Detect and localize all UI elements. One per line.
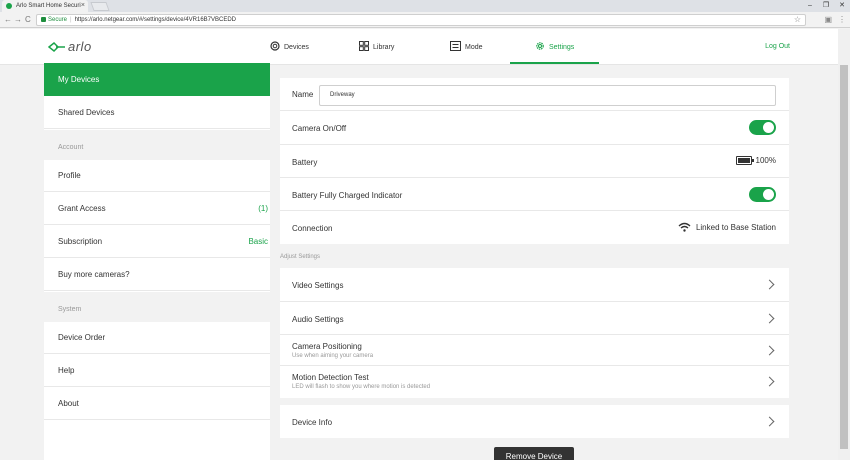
device-info-label: Device Info bbox=[292, 418, 333, 427]
browser-tab[interactable]: Arlo Smart Home Securi × bbox=[2, 0, 88, 12]
battery-status: 100% bbox=[735, 156, 776, 165]
browser-extension-icons: ▣ ⋮ bbox=[824, 14, 846, 26]
video-settings-row[interactable]: Video Settings bbox=[280, 268, 789, 302]
chevron-right-icon bbox=[764, 376, 775, 387]
active-nav-underline bbox=[510, 62, 599, 64]
lock-icon bbox=[41, 16, 46, 22]
motion-detection-test-row[interactable]: Motion Detection Test LED will flash to … bbox=[280, 366, 789, 398]
back-icon[interactable]: ← bbox=[4, 13, 12, 27]
reload-icon[interactable]: C bbox=[25, 13, 31, 27]
arlo-logo-icon bbox=[48, 41, 65, 52]
sidebar-item-my-devices[interactable]: My Devices bbox=[44, 63, 270, 96]
sidebar-item-shared-devices[interactable]: Shared Devices bbox=[44, 96, 270, 129]
nav-library[interactable]: Library bbox=[359, 29, 394, 65]
extension-icon[interactable]: ▣ bbox=[824, 14, 832, 26]
nav-mode[interactable]: Mode bbox=[450, 29, 483, 65]
subscription-plan: Basic bbox=[248, 237, 268, 246]
sidebar-section-system: System bbox=[44, 292, 270, 322]
battery-indicator-toggle[interactable] bbox=[749, 187, 776, 202]
sidebar-section-account: Account bbox=[44, 130, 270, 160]
grant-access-count: (1) bbox=[258, 204, 268, 213]
sidebar-item-label: Grant Access bbox=[58, 204, 106, 213]
device-settings-card: Name Driveway Camera On/Off Battery 100%… bbox=[280, 78, 789, 244]
battery-indicator-label: Battery Fully Charged Indicator bbox=[292, 191, 403, 200]
browser-toolbar: ← → C Secure | https://arlo.netgear.com/#/… bbox=[0, 12, 850, 28]
restore-icon[interactable]: ❐ bbox=[818, 0, 834, 12]
mode-icon bbox=[450, 41, 461, 53]
tab-close-icon[interactable]: × bbox=[81, 0, 85, 12]
camera-onoff-label: Camera On/Off bbox=[292, 124, 347, 133]
camera-onoff-toggle[interactable] bbox=[749, 120, 776, 135]
nav-devices-label: Devices bbox=[284, 43, 309, 51]
nav-settings-label: Settings bbox=[549, 43, 575, 51]
settings-sidebar: My Devices Shared Devices Account Profil… bbox=[44, 63, 270, 460]
remove-device-button[interactable]: Remove Device bbox=[494, 447, 574, 460]
battery-row: Battery 100% bbox=[280, 145, 789, 178]
app-header: arlo Devices Library Mode Settings Log O… bbox=[0, 29, 850, 65]
connection-label: Connection bbox=[292, 224, 333, 233]
wifi-icon bbox=[678, 222, 691, 232]
url-text: https://arlo.netgear.com/#/settings/devi… bbox=[74, 17, 236, 23]
connection-row: Connection Linked to Base Station bbox=[280, 211, 789, 244]
chevron-right-icon bbox=[764, 416, 775, 427]
nav-library-label: Library bbox=[373, 43, 395, 51]
camera-positioning-row[interactable]: Camera Positioning Use when aiming your … bbox=[280, 335, 789, 366]
minimize-icon[interactable]: – bbox=[802, 0, 818, 12]
sidebar-item-subscription[interactable]: Subscription Basic bbox=[44, 225, 270, 258]
devices-icon bbox=[270, 41, 280, 53]
logout-link[interactable]: Log Out bbox=[765, 29, 790, 65]
camera-positioning-subtitle: Use when aiming your camera bbox=[292, 353, 374, 359]
close-window-icon[interactable]: ✕ bbox=[834, 0, 850, 12]
video-settings-label: Video Settings bbox=[292, 281, 344, 290]
motion-detection-test-label: Motion Detection Test bbox=[292, 373, 369, 382]
address-bar[interactable]: Secure | https://arlo.netgear.com/#/settin… bbox=[36, 14, 806, 26]
chevron-right-icon bbox=[764, 313, 775, 324]
camera-onoff-row: Camera On/Off bbox=[280, 111, 789, 145]
audio-settings-row[interactable]: Audio Settings bbox=[280, 302, 789, 335]
nav-mode-label: Mode bbox=[465, 43, 483, 51]
device-name-input[interactable]: Driveway bbox=[319, 85, 776, 106]
battery-percentage: 100% bbox=[755, 156, 776, 165]
chevron-right-icon bbox=[764, 345, 775, 356]
sidebar-item-help[interactable]: Help bbox=[44, 354, 270, 387]
sidebar-item-profile[interactable]: Profile bbox=[44, 159, 270, 192]
adjust-settings-card: Video Settings Audio Settings Camera Pos… bbox=[280, 268, 789, 398]
sidebar-item-buy-cameras[interactable]: Buy more cameras? bbox=[44, 258, 270, 291]
battery-indicator-row: Battery Fully Charged Indicator bbox=[280, 178, 789, 211]
camera-positioning-label: Camera Positioning bbox=[292, 342, 362, 351]
motion-detection-test-subtitle: LED will flash to show you where motion … bbox=[292, 384, 431, 390]
chevron-right-icon bbox=[764, 279, 775, 290]
logo-text: arlo bbox=[68, 39, 92, 54]
arlo-favicon-icon bbox=[6, 3, 12, 9]
new-tab-button[interactable] bbox=[90, 2, 110, 11]
tab-title: Arlo Smart Home Securi bbox=[16, 3, 81, 9]
scrollbar-thumb[interactable] bbox=[840, 65, 848, 449]
nav-devices[interactable]: Devices bbox=[270, 29, 309, 65]
page-scrollbar[interactable] bbox=[838, 29, 850, 460]
name-row: Name Driveway bbox=[280, 78, 789, 111]
nav-settings[interactable]: Settings bbox=[535, 29, 574, 65]
sidebar-item-device-order[interactable]: Device Order bbox=[44, 321, 270, 354]
library-icon bbox=[359, 41, 369, 53]
connection-value: Linked to Base Station bbox=[695, 222, 776, 232]
menu-icon[interactable]: ⋮ bbox=[838, 14, 846, 26]
settings-gear-icon bbox=[535, 41, 545, 53]
window-controls: – ❐ ✕ bbox=[802, 0, 850, 12]
adjust-settings-header: Adjust Settings bbox=[280, 254, 321, 260]
url-separator: | bbox=[70, 17, 72, 23]
browser-tabbar: Arlo Smart Home Securi × – ❐ ✕ bbox=[0, 0, 850, 12]
battery-icon bbox=[735, 156, 755, 165]
forward-icon[interactable]: → bbox=[14, 13, 22, 27]
bookmark-star-icon[interactable]: ☆ bbox=[794, 15, 801, 25]
battery-label: Battery bbox=[292, 158, 318, 167]
audio-settings-label: Audio Settings bbox=[292, 315, 344, 324]
arlo-logo[interactable]: arlo bbox=[48, 39, 92, 54]
sidebar-item-grant-access[interactable]: Grant Access (1) bbox=[44, 192, 270, 225]
name-label: Name bbox=[292, 90, 314, 99]
connection-status: Linked to Base Station bbox=[678, 222, 776, 232]
sidebar-item-about[interactable]: About bbox=[44, 387, 270, 420]
secure-label: Secure bbox=[48, 17, 68, 23]
sidebar-item-label: Subscription bbox=[58, 237, 103, 246]
device-info-card[interactable]: Device Info bbox=[280, 405, 789, 438]
